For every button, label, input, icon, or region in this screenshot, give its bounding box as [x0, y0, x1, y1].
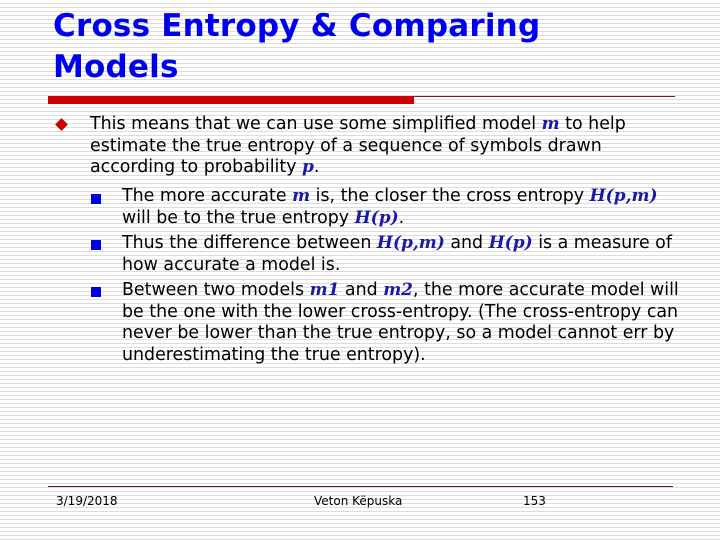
square-bullet-icon [91, 194, 101, 204]
bullet-text: . [398, 207, 405, 228]
math-variable: m1 [309, 280, 340, 300]
bullet-text: and [444, 233, 489, 253]
sub-bullet-3: Between two models m1 and m2, the more a… [122, 280, 682, 366]
bullet-text: is, the closer the cross entropy [310, 186, 590, 206]
math-variable: H(p,m) [376, 233, 445, 253]
math-variable: H(p,m) [589, 186, 658, 206]
bullet-text: The more accurate [122, 186, 293, 206]
math-variable: m2 [383, 280, 414, 300]
bullet-text: and [339, 280, 384, 300]
math-variable: m [541, 114, 560, 134]
bullet-text: This means that we can use some simplifi… [90, 114, 542, 134]
title-line-2: Models [53, 49, 179, 85]
title-underline-thin [414, 96, 675, 97]
footer-page-number: 153 [523, 494, 546, 508]
math-variable: H(p) [488, 233, 533, 253]
title-underline-thick [48, 96, 414, 104]
sub-bullet-2: Thus the difference between H(p,m) and H… [122, 233, 682, 276]
footer-divider [48, 486, 673, 487]
square-bullet-icon [91, 240, 101, 250]
math-variable: H(p) [354, 207, 399, 228]
slide-title: Cross Entropy & Comparing Models [53, 6, 693, 88]
sub-bullet-1: The more accurate m is, the closer the c… [122, 186, 682, 229]
diamond-bullet-icon [55, 118, 68, 131]
bullet-text: will be to the true entropy [122, 207, 355, 228]
bullet-text: Thus the difference between [122, 233, 377, 253]
bullet-text: Between two models [122, 280, 310, 300]
math-variable: m [292, 186, 311, 206]
bullet-text: . [313, 157, 320, 177]
footer-date: 3/19/2018 [56, 494, 118, 508]
bullet-1: This means that we can use some simplifi… [90, 114, 680, 179]
square-bullet-icon [91, 287, 101, 297]
footer-author: Veton Këpuska [314, 494, 403, 508]
title-line-1: Cross Entropy & Comparing [53, 8, 541, 44]
math-variable: p [302, 157, 314, 177]
